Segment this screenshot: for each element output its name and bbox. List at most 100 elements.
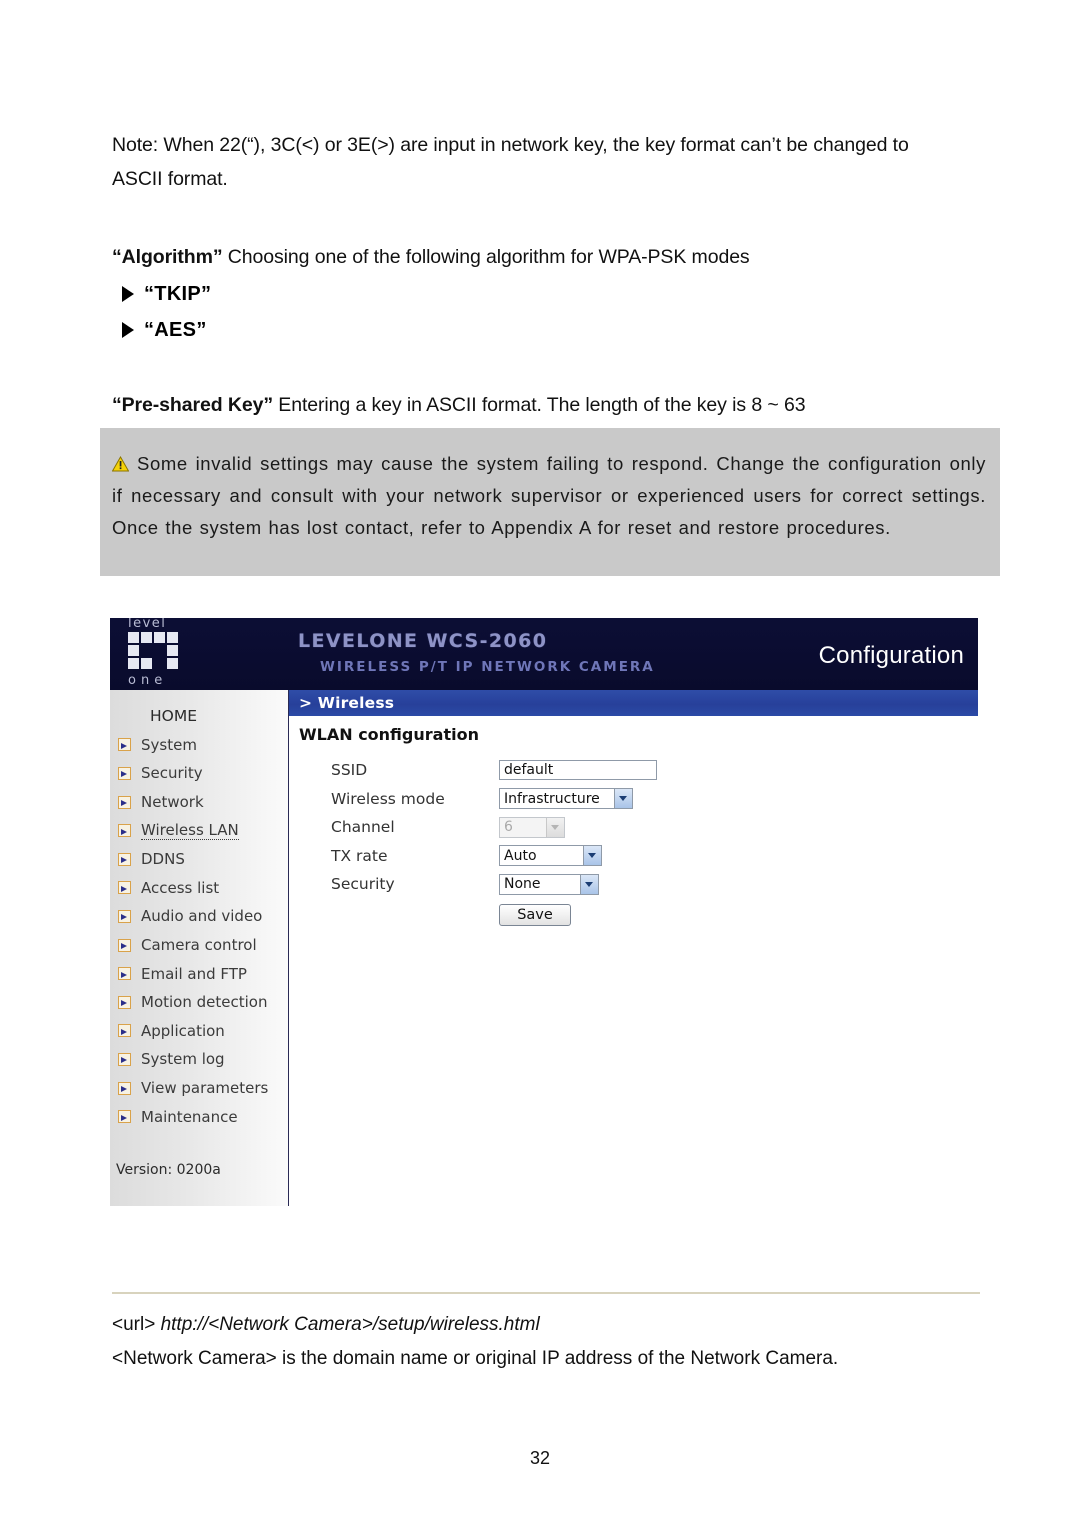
camera-ui-header: level one LEVELONE WCS-2060 WIRELESS P/T… <box>110 618 978 690</box>
chevron-down-icon <box>580 874 598 894</box>
algorithm-description: Choosing one of the following algorithm … <box>222 246 750 268</box>
save-button[interactable]: Save <box>499 903 571 926</box>
security-select[interactable]: None <box>499 873 599 895</box>
wireless-mode-label: Wireless mode <box>331 789 445 808</box>
firmware-version-label: Version: 0200a <box>116 1162 221 1178</box>
channel-select: 6 <box>499 816 565 838</box>
arrow-right-icon <box>118 738 131 752</box>
form-row-wireless-mode: Wireless mode Infrastructure <box>331 785 978 814</box>
triangle-bullet-icon <box>122 286 134 302</box>
arrow-right-icon <box>118 766 131 780</box>
chevron-down-icon <box>614 789 632 809</box>
sidebar-item-maintenance[interactable]: Maintenance <box>110 1102 288 1131</box>
sidebar-item-security[interactable]: Security <box>110 759 288 788</box>
sidebar-item-ddns[interactable]: DDNS <box>110 845 288 874</box>
logo-text-top: level <box>128 618 167 631</box>
list-item: “AES” <box>122 314 952 346</box>
sidebar-item-label: Maintenance <box>141 1107 238 1126</box>
sidebar-item-home[interactable]: HOME <box>110 702 288 731</box>
sidebar-item-system-log[interactable]: System log <box>110 1045 288 1074</box>
page-title: WLAN configuration <box>299 725 479 744</box>
warning-message: Some invalid settings may cause the syst… <box>112 453 986 538</box>
sidebar-item-label: HOME <box>150 707 198 726</box>
sidebar-item-network[interactable]: Network <box>110 788 288 817</box>
security-label: Security <box>331 875 395 894</box>
form-row-ssid: SSID default <box>331 756 978 785</box>
preshared-key-description: Entering a key in ASCII format. The leng… <box>272 394 806 416</box>
sidebar-item-motion-detection[interactable]: Motion detection <box>110 988 288 1017</box>
sidebar-nav: HOME System Security Network Wireless LA… <box>110 690 288 1131</box>
sidebar-item-access-list[interactable]: Access list <box>110 874 288 903</box>
sidebar-item-label: Camera control <box>141 936 257 955</box>
form-row-tx-rate: TX rate Auto <box>331 842 978 871</box>
brand-subtitle: WIRELESS P/T IP NETWORK CAMERA <box>320 659 655 675</box>
page-number: 32 <box>529 1448 551 1468</box>
sidebar-item-label: Email and FTP <box>141 964 247 983</box>
form-row-security: Security None <box>331 870 978 899</box>
url-value: http://<Network Camera>/setup/wireless.h… <box>155 1314 540 1335</box>
sidebar-item-email-and-ftp[interactable]: Email and FTP <box>110 959 288 988</box>
sidebar-item-wireless-lan[interactable]: Wireless LAN <box>110 816 288 845</box>
arrow-right-icon <box>118 1052 131 1066</box>
sidebar-item-label: System <box>141 735 197 754</box>
sidebar-item-label: Audio and video <box>141 907 263 926</box>
arrow-right-icon <box>118 909 131 923</box>
brand-model-title: LEVELONE WCS-2060 <box>298 630 548 652</box>
form-row-save: Save <box>331 899 978 931</box>
sidebar-item-application[interactable]: Application <box>110 1017 288 1046</box>
content-panel: > Wireless WLAN configuration SSID defau… <box>289 690 978 1206</box>
url-line: <url> http://<Network Camera>/setup/wire… <box>112 1308 992 1342</box>
camera-ui-screenshot: level one LEVELONE WCS-2060 WIRELESS P/T… <box>110 618 978 1206</box>
manual-page: Note: When 22(“), 3C(<) or 3E(>) are inp… <box>0 0 1080 1527</box>
sidebar-item-label: Access list <box>141 878 220 897</box>
arrow-right-icon <box>118 1081 131 1095</box>
warning-triangle-icon <box>112 456 129 472</box>
security-value: None <box>504 876 541 893</box>
sidebar-item-label: DDNS <box>141 850 185 869</box>
sidebar-item-view-parameters[interactable]: View parameters <box>110 1074 288 1103</box>
camera-ui-body: HOME System Security Network Wireless LA… <box>110 690 978 1206</box>
breadcrumb: > Wireless <box>289 690 978 716</box>
arrow-right-icon <box>118 995 131 1009</box>
brand-block: LEVELONE WCS-2060 WIRELESS P/T IP NETWOR… <box>298 630 655 675</box>
sidebar-item-label: Application <box>141 1021 225 1040</box>
triangle-bullet-icon <box>122 322 134 338</box>
arrow-right-icon <box>118 824 131 838</box>
tx-rate-label: TX rate <box>331 846 388 865</box>
sidebar-item-camera-control[interactable]: Camera control <box>110 931 288 960</box>
ssid-input[interactable]: default <box>499 760 657 781</box>
preshared-key-term: “Pre-shared Key” <box>112 394 273 416</box>
url-tag: <url> <box>112 1314 156 1335</box>
wireless-mode-select[interactable]: Infrastructure <box>499 788 633 810</box>
tx-rate-value: Auto <box>504 847 537 864</box>
sidebar-item-label: Security <box>141 764 203 783</box>
header-page-label: Configuration <box>818 642 964 669</box>
wlan-configuration-form: SSID default Wireless mode Infrastructur… <box>331 756 978 931</box>
algorithm-term: “Algorithm” <box>112 246 223 268</box>
algorithm-paragraph: “Algorithm” Choosing one of the followin… <box>112 240 952 274</box>
arrow-right-icon <box>118 852 131 866</box>
sidebar: HOME System Security Network Wireless LA… <box>110 690 289 1206</box>
channel-value: 6 <box>504 819 513 836</box>
sidebar-item-label: Wireless LAN <box>141 821 239 841</box>
chevron-down-icon <box>546 817 564 837</box>
bullet-label-tkip: “TKIP” <box>144 283 212 305</box>
preshared-key-paragraph: “Pre-shared Key” Entering a key in ASCII… <box>112 388 952 422</box>
arrow-right-icon <box>118 967 131 981</box>
sidebar-item-label: Network <box>141 793 204 812</box>
logo-mark-icon <box>128 632 182 672</box>
arrow-right-icon <box>118 1024 131 1038</box>
warning-callout: Some invalid settings may cause the syst… <box>100 428 1000 576</box>
sidebar-item-label: View parameters <box>141 1079 269 1098</box>
bullet-label-aes: “AES” <box>144 319 207 341</box>
url-explanation: <Network Camera> is the domain name or o… <box>112 1348 839 1369</box>
list-item: “TKIP” <box>122 278 952 310</box>
logo-text-bottom: one <box>128 673 168 688</box>
footer-divider <box>112 1292 980 1294</box>
sidebar-item-audio-and-video[interactable]: Audio and video <box>110 902 288 931</box>
sidebar-item-system[interactable]: System <box>110 731 288 760</box>
tx-rate-select[interactable]: Auto <box>499 845 602 867</box>
form-row-channel: Channel 6 <box>331 813 978 842</box>
arrow-right-icon <box>118 795 131 809</box>
levelone-logo: level one <box>124 618 218 690</box>
